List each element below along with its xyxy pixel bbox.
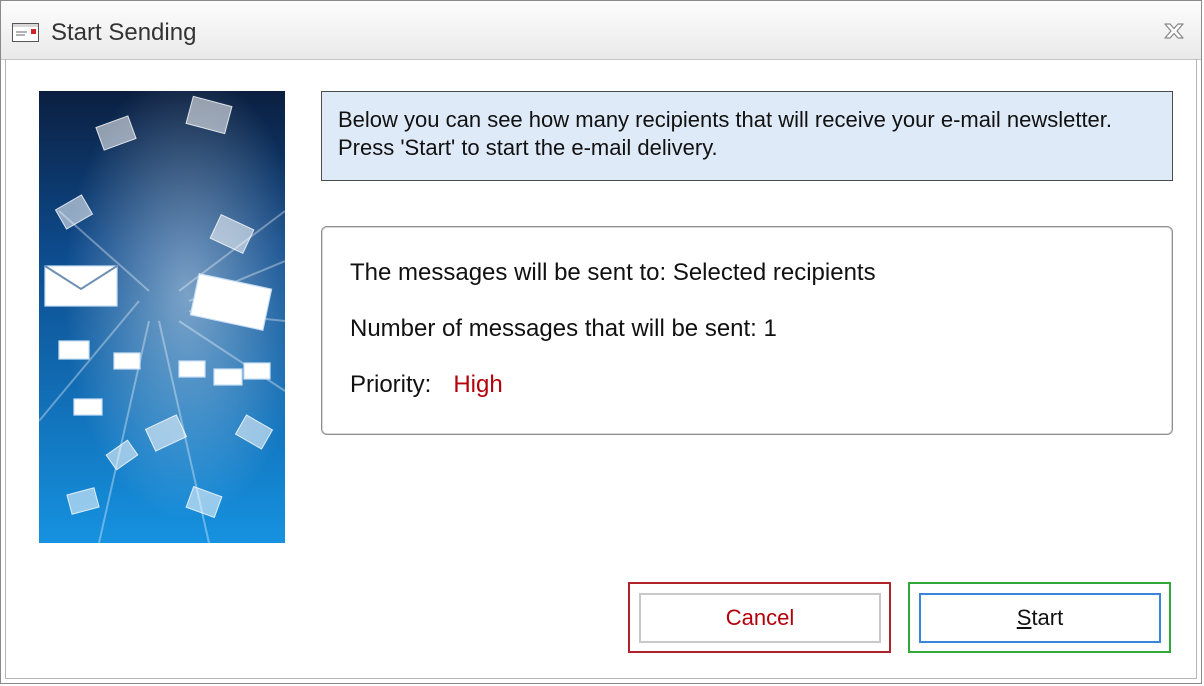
recipients-line: The messages will be sent to: Selected r… <box>350 259 876 286</box>
message-count-line: Number of messages that will be sent: 1 <box>350 315 777 342</box>
start-sending-dialog: Start Sending Below you can see how many… <box>0 0 1202 684</box>
title-bar[interactable]: Start Sending <box>1 1 1201 60</box>
priority-value: High <box>453 371 503 398</box>
cancel-button[interactable]: Cancel <box>639 593 881 643</box>
priority-line: Priority: High <box>350 371 503 399</box>
start-button-label: tart <box>1031 605 1064 630</box>
flying-envelopes-image <box>39 91 285 543</box>
close-icon[interactable] <box>1161 20 1187 42</box>
start-button-mnemonic: S <box>1016 605 1032 630</box>
window-title: Start Sending <box>51 19 197 46</box>
start-button[interactable]: Start <box>919 593 1161 643</box>
envelope-icon <box>12 23 39 42</box>
details-panel: The messages will be sent to: Selected r… <box>321 226 1173 435</box>
priority-label: Priority: <box>350 371 432 398</box>
info-text: Below you can see how many recipients th… <box>338 107 1113 160</box>
info-panel: Below you can see how many recipients th… <box>321 91 1173 181</box>
